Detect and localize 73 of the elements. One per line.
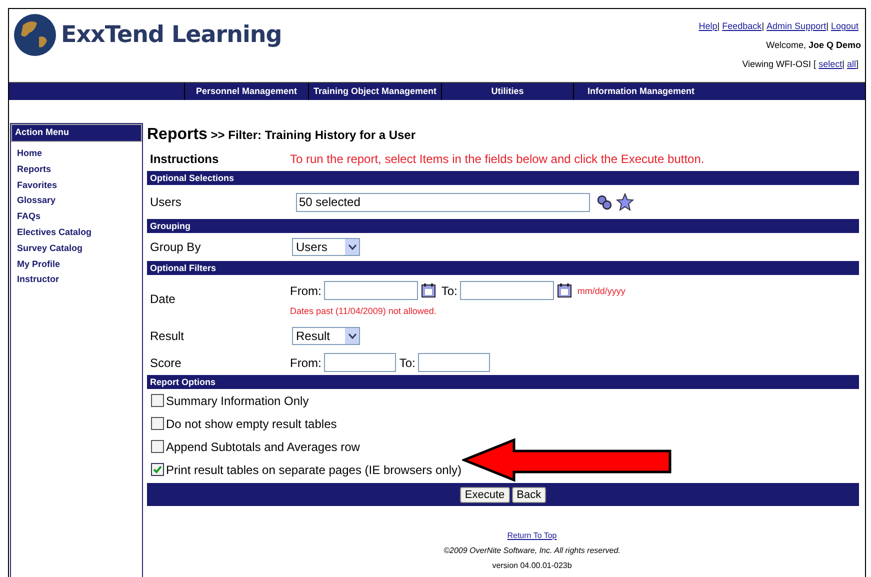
checkbox-label: Print result tables on separate pages (IE browsers only) [166, 462, 462, 476]
view-link[interactable]: all [846, 59, 856, 69]
header-link[interactable]: Feedback [722, 21, 762, 31]
sidebar-item[interactable]: Favorites [11, 178, 142, 194]
section-header: Optional Filters [147, 261, 859, 275]
calendar-icon[interactable] [557, 283, 572, 298]
user-name: Joe Q Demo [808, 40, 861, 50]
date-format-hint: mm/dd/yyyy [577, 286, 626, 296]
section-header: Report Options [147, 375, 859, 389]
to-date-field[interactable] [460, 281, 554, 300]
sidebar-item[interactable]: Electives Catalog [11, 224, 142, 241]
viewing-text: Viewing WFI-OSI [ [742, 59, 816, 69]
star-icon[interactable] [616, 193, 634, 211]
field-label: Result [149, 329, 186, 343]
score-from-field[interactable] [324, 353, 396, 372]
globe-icon [13, 13, 57, 57]
logo-text: ExxTend Learning [61, 22, 282, 48]
link-separator: | [842, 59, 844, 69]
sidebar-title: Action Menu [11, 124, 142, 142]
form-button[interactable]: Back [512, 486, 546, 502]
nav-item[interactable]: Personnel Management [184, 83, 308, 100]
nav-item[interactable]: Utilities [441, 83, 573, 100]
sidebar-item[interactable]: Instructor [11, 272, 142, 288]
link-separator: | [762, 21, 764, 31]
section-header: Grouping [147, 219, 859, 233]
to-label: To: [399, 356, 416, 370]
sidebar-item[interactable]: FAQs [11, 209, 142, 225]
field-label: Score [149, 356, 182, 370]
header-link[interactable]: Logout [830, 21, 858, 31]
nav-item[interactable]: Training Object Management [308, 83, 441, 100]
dropdown[interactable]: Result [292, 327, 360, 345]
return-to-top-link[interactable]: Return To Top [507, 531, 557, 540]
date-note: Dates past (11/04/2009) not allowed. [290, 306, 438, 316]
view-link[interactable]: select [818, 59, 842, 69]
checkbox[interactable] [151, 440, 164, 453]
link-separator: | [826, 21, 828, 31]
checkbox-label: Append Subtotals and Averages row [166, 440, 360, 454]
field-label: Group By [149, 240, 202, 254]
people-icon[interactable] [596, 194, 612, 210]
link-separator: | [717, 21, 720, 31]
copyright-text: ©2009 OverNite Software, Inc. All rights reserved. [444, 546, 620, 555]
sidebar-item[interactable]: Home [11, 146, 142, 162]
checkbox[interactable] [151, 463, 164, 476]
from-label: From: [290, 284, 322, 298]
dropdown[interactable]: Users [292, 238, 360, 256]
checkbox-label: Summary Information Only [166, 394, 309, 408]
score-to-field[interactable] [418, 353, 490, 372]
field-label: Users [149, 195, 182, 209]
sidebar-item[interactable]: My Profile [11, 256, 142, 272]
nav-item[interactable]: Information Management [573, 83, 708, 100]
link-separator: ] [856, 59, 858, 69]
section-header: Optional Selections [147, 171, 859, 185]
header-link[interactable]: Help [698, 21, 718, 31]
sidebar-item[interactable]: Survey Catalog [11, 240, 142, 257]
sidebar-item[interactable]: Glossary [11, 193, 142, 210]
page-title: Reports [147, 126, 208, 143]
from-label: From: [290, 356, 322, 370]
to-label: To: [441, 284, 458, 298]
header-link[interactable]: Admin Support [766, 21, 826, 31]
instructions-label: Instructions [149, 152, 220, 166]
sidebar-item[interactable]: Reports [11, 162, 142, 178]
version-text: version 04.00.01-023b [492, 561, 572, 570]
calendar-icon[interactable] [421, 283, 436, 298]
checkbox-label: Do not show empty result tables [166, 416, 337, 430]
checkbox[interactable] [151, 417, 164, 430]
page-subtitle: >> Filter: Training History for a User [210, 128, 416, 142]
instructions-text: To run the report, select Items in the fields below and click the Execute button. [290, 152, 704, 166]
form-button[interactable]: Execute [460, 486, 510, 502]
users-field[interactable]: 50 selected [296, 192, 590, 212]
field-label: Date [149, 292, 176, 306]
from-date-field[interactable] [324, 281, 418, 300]
checkbox[interactable] [151, 394, 164, 407]
welcome-text: Welcome, [766, 40, 806, 50]
